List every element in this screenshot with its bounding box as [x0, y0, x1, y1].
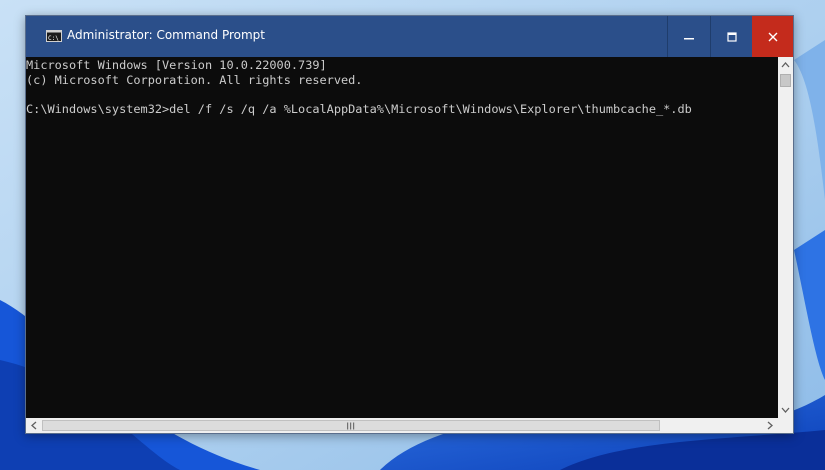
- minimize-button[interactable]: [667, 16, 710, 57]
- close-icon: [768, 32, 777, 41]
- scroll-up-icon[interactable]: [778, 57, 793, 73]
- title-bar[interactable]: C:\ Administrator: Command Prompt: [26, 16, 793, 57]
- scroll-down-icon[interactable]: [778, 402, 793, 418]
- svg-text:C:\: C:\: [48, 35, 59, 42]
- scroll-right-icon[interactable]: [762, 418, 778, 433]
- console-output[interactable]: Microsoft Windows [Version 10.0.22000.73…: [26, 57, 778, 418]
- command-line: C:\Windows\system32>del /f /s /q /a %Loc…: [26, 102, 692, 116]
- horizontal-scrollbar[interactable]: [26, 418, 778, 433]
- vertical-scroll-thumb[interactable]: [780, 74, 791, 87]
- scrollbar-corner: [778, 418, 793, 433]
- maximize-button[interactable]: [710, 16, 753, 57]
- console-line: (c) Microsoft Corporation. All rights re…: [26, 73, 363, 87]
- maximize-icon: [727, 31, 737, 42]
- vertical-scrollbar[interactable]: [778, 57, 793, 418]
- close-button[interactable]: [752, 16, 793, 57]
- console-line: Microsoft Windows [Version 10.0.22000.73…: [26, 58, 327, 72]
- grip-icon: [347, 422, 355, 429]
- horizontal-scroll-thumb[interactable]: [42, 420, 660, 431]
- window-title: Administrator: Command Prompt: [67, 28, 265, 42]
- cmd-icon: C:\: [46, 30, 62, 42]
- command-prompt-window: C:\ Administrator: Command Prompt Micros…: [25, 15, 794, 434]
- minimize-icon: [684, 37, 694, 39]
- scroll-left-icon[interactable]: [26, 418, 42, 433]
